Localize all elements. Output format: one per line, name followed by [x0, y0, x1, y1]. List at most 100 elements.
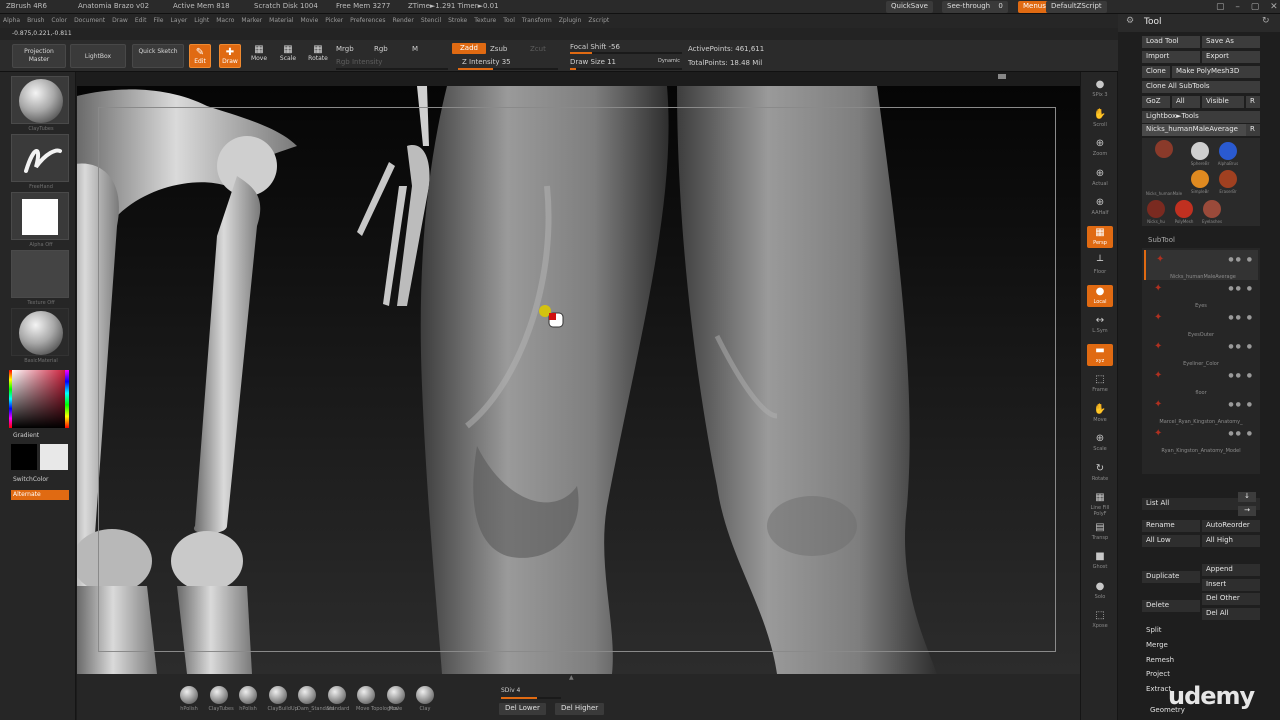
del-other-button[interactable]: Del Other: [1202, 593, 1260, 605]
lightbox-button[interactable]: LightBox: [70, 44, 126, 68]
rename-button[interactable]: Rename: [1142, 520, 1200, 532]
secondary-color-swatch[interactable]: [11, 444, 37, 470]
brush-slot[interactable]: hPolish: [238, 686, 258, 712]
zsub-button[interactable]: Zsub: [490, 45, 507, 53]
draw-size-track[interactable]: [570, 68, 682, 70]
menu-item-zplugin[interactable]: Zplugin: [559, 17, 582, 24]
brush-slot[interactable]: ClayTubes: [209, 686, 234, 712]
shelf-rotate-button[interactable]: ↻ Rotate: [1087, 462, 1113, 484]
shelf-actual-button[interactable]: ⊕ Actual: [1087, 167, 1113, 189]
primary-color-swatch[interactable]: [40, 444, 68, 470]
tool-thumbnail[interactable]: EraserBr: [1216, 168, 1240, 194]
save-as-button[interactable]: Save As: [1202, 36, 1260, 48]
move-down-icon[interactable]: ↓: [1238, 492, 1256, 502]
shelf-scale-button[interactable]: ⊕ Scale: [1087, 432, 1113, 454]
menu-item-tool[interactable]: Tool: [503, 17, 515, 24]
move-right-icon[interactable]: →: [1238, 506, 1256, 516]
focal-shift-track[interactable]: [570, 52, 682, 54]
draw-size-slider[interactable]: Draw Size 11: [570, 58, 616, 66]
clone-all-subtools-button[interactable]: Clone All SubTools: [1142, 81, 1260, 93]
menu-item-stroke[interactable]: Stroke: [448, 17, 467, 24]
menu-item-material[interactable]: Material: [269, 17, 293, 24]
load-tool-button[interactable]: Load Tool: [1142, 36, 1200, 48]
menu-item-marker[interactable]: Marker: [241, 17, 262, 24]
split-section[interactable]: Split: [1146, 626, 1162, 634]
auto-reorder-button[interactable]: AutoReorder: [1202, 520, 1260, 532]
insert-button[interactable]: Insert: [1202, 579, 1260, 591]
brush-slot[interactable]: Move Topological: [356, 686, 399, 712]
goz-visible-button[interactable]: Visible: [1202, 96, 1244, 108]
dynamic-button[interactable]: Dynamic: [658, 58, 680, 64]
scroll-handle[interactable]: [998, 74, 1006, 79]
switch-color-button[interactable]: SwitchColor: [13, 476, 49, 483]
tool-thumbnail[interactable]: AlphaBrus: [1216, 140, 1240, 166]
brush-slot[interactable]: ClayBuildUp: [268, 686, 298, 712]
shelf-scroll-button[interactable]: ✋ Scroll: [1087, 108, 1113, 130]
goz-all-button[interactable]: All: [1172, 96, 1200, 108]
brush-slot[interactable]: Standard: [327, 686, 349, 712]
shelf-l-sym-button[interactable]: ↔ L.Sym: [1087, 314, 1113, 336]
collapse-icon[interactable]: ▲: [569, 674, 574, 681]
menu-item-alpha[interactable]: Alpha: [3, 17, 20, 24]
mrgb-button[interactable]: Mrgb: [336, 45, 354, 53]
texture-thumbnail[interactable]: Texture Off: [11, 250, 69, 306]
close-icon[interactable]: ✕: [1270, 2, 1278, 12]
shelf-xpose-button[interactable]: ⬚ Xpose: [1087, 609, 1113, 631]
shelf-solo-button[interactable]: ● Solo: [1087, 580, 1113, 602]
subtool-visibility-toggles[interactable]: ●● ●: [1228, 256, 1254, 263]
focal-shift-slider[interactable]: Focal Shift -56: [570, 43, 620, 51]
rotate-button[interactable]: ▦ Rotate: [306, 44, 330, 68]
material-thumbnail[interactable]: BasicMaterial: [11, 308, 69, 364]
subtool-item[interactable]: ✦ ●● ● EyesOuter: [1144, 308, 1258, 338]
brush-thumbnail[interactable]: ClayTubes: [11, 76, 69, 132]
z-intensity-track[interactable]: [458, 68, 558, 70]
alternate-button[interactable]: Alternate: [11, 490, 69, 500]
menu-item-document[interactable]: Document: [74, 17, 105, 24]
tool-thumbnail[interactable]: Nicks_hu: [1144, 198, 1168, 224]
shelf-ghost-button[interactable]: ■ Ghost: [1087, 550, 1113, 572]
import-button[interactable]: Import: [1142, 51, 1200, 63]
remesh-section[interactable]: Remesh: [1146, 656, 1174, 664]
clone-button[interactable]: Clone: [1142, 66, 1170, 78]
default-zscript-button[interactable]: DefaultZScript: [1046, 1, 1107, 13]
menu-item-brush[interactable]: Brush: [27, 17, 44, 24]
brush-slot[interactable]: Move: [386, 686, 406, 712]
shelf-frame-button[interactable]: ⬚ Frame: [1087, 373, 1113, 395]
scale-button[interactable]: ▦ Scale: [277, 44, 299, 68]
goz-button[interactable]: GoZ: [1142, 96, 1170, 108]
merge-section[interactable]: Merge: [1146, 641, 1168, 649]
subtool-item[interactable]: ✦ ●● ● floor: [1144, 366, 1258, 396]
see-through-slider[interactable]: See-through 0: [942, 1, 1008, 13]
menu-item-render[interactable]: Render: [392, 17, 413, 24]
tool-panel-title[interactable]: Tool: [1144, 17, 1161, 27]
menu-item-transform[interactable]: Transform: [522, 17, 552, 24]
del-lower-button[interactable]: Del Lower: [499, 703, 546, 715]
export-button[interactable]: Export: [1202, 51, 1260, 63]
duplicate-button[interactable]: Duplicate: [1142, 571, 1200, 583]
subtool-item[interactable]: ✦ ●● ● Eyeliner_Color: [1144, 337, 1258, 367]
quicksave-button[interactable]: QuickSave: [886, 1, 933, 13]
menu-item-movie[interactable]: Movie: [301, 17, 319, 24]
restore-icon[interactable]: ▢: [1216, 2, 1225, 12]
sdiv-slider[interactable]: [501, 697, 561, 699]
subtool-item[interactable]: ✦ ●● ● Marcel_Ryan_Kingston_Anatomy_: [1144, 395, 1258, 425]
make-polymesh-button[interactable]: Make PolyMesh3D: [1172, 66, 1260, 78]
lightbox-tools-button[interactable]: Lightbox►Tools: [1142, 111, 1260, 123]
append-button[interactable]: Append: [1202, 564, 1260, 576]
hue-strip[interactable]: [9, 370, 12, 428]
subtool-item[interactable]: ✦ ●● ● Nicks_humanMaleAverage: [1144, 250, 1258, 280]
menu-item-macro[interactable]: Macro: [216, 17, 234, 24]
z-intensity-slider[interactable]: Z Intensity 35: [462, 58, 511, 66]
all-high-button[interactable]: All High: [1202, 535, 1260, 547]
zadd-button[interactable]: Zadd: [452, 43, 486, 54]
subtool-item[interactable]: ✦ ●● ● Ryan_Kingston_Anatomy_Model: [1144, 424, 1258, 454]
rgb-intensity-slider[interactable]: Rgb Intensity: [336, 58, 382, 66]
shelf-aahalf-button[interactable]: ⊕ AAHalf: [1087, 196, 1113, 218]
tool-thumbnail[interactable]: PolyMesh: [1172, 198, 1196, 224]
subtool-visibility-toggles[interactable]: ●● ●: [1228, 314, 1254, 321]
current-tool-name[interactable]: Nicks_humanMaleAverage: [1142, 124, 1246, 136]
shelf-persp-button[interactable]: ▦ Persp: [1087, 225, 1113, 248]
brush-slot[interactable]: hPolish: [179, 686, 199, 712]
menu-item-edit[interactable]: Edit: [135, 17, 147, 24]
subtool-visibility-toggles[interactable]: ●● ●: [1228, 343, 1254, 350]
